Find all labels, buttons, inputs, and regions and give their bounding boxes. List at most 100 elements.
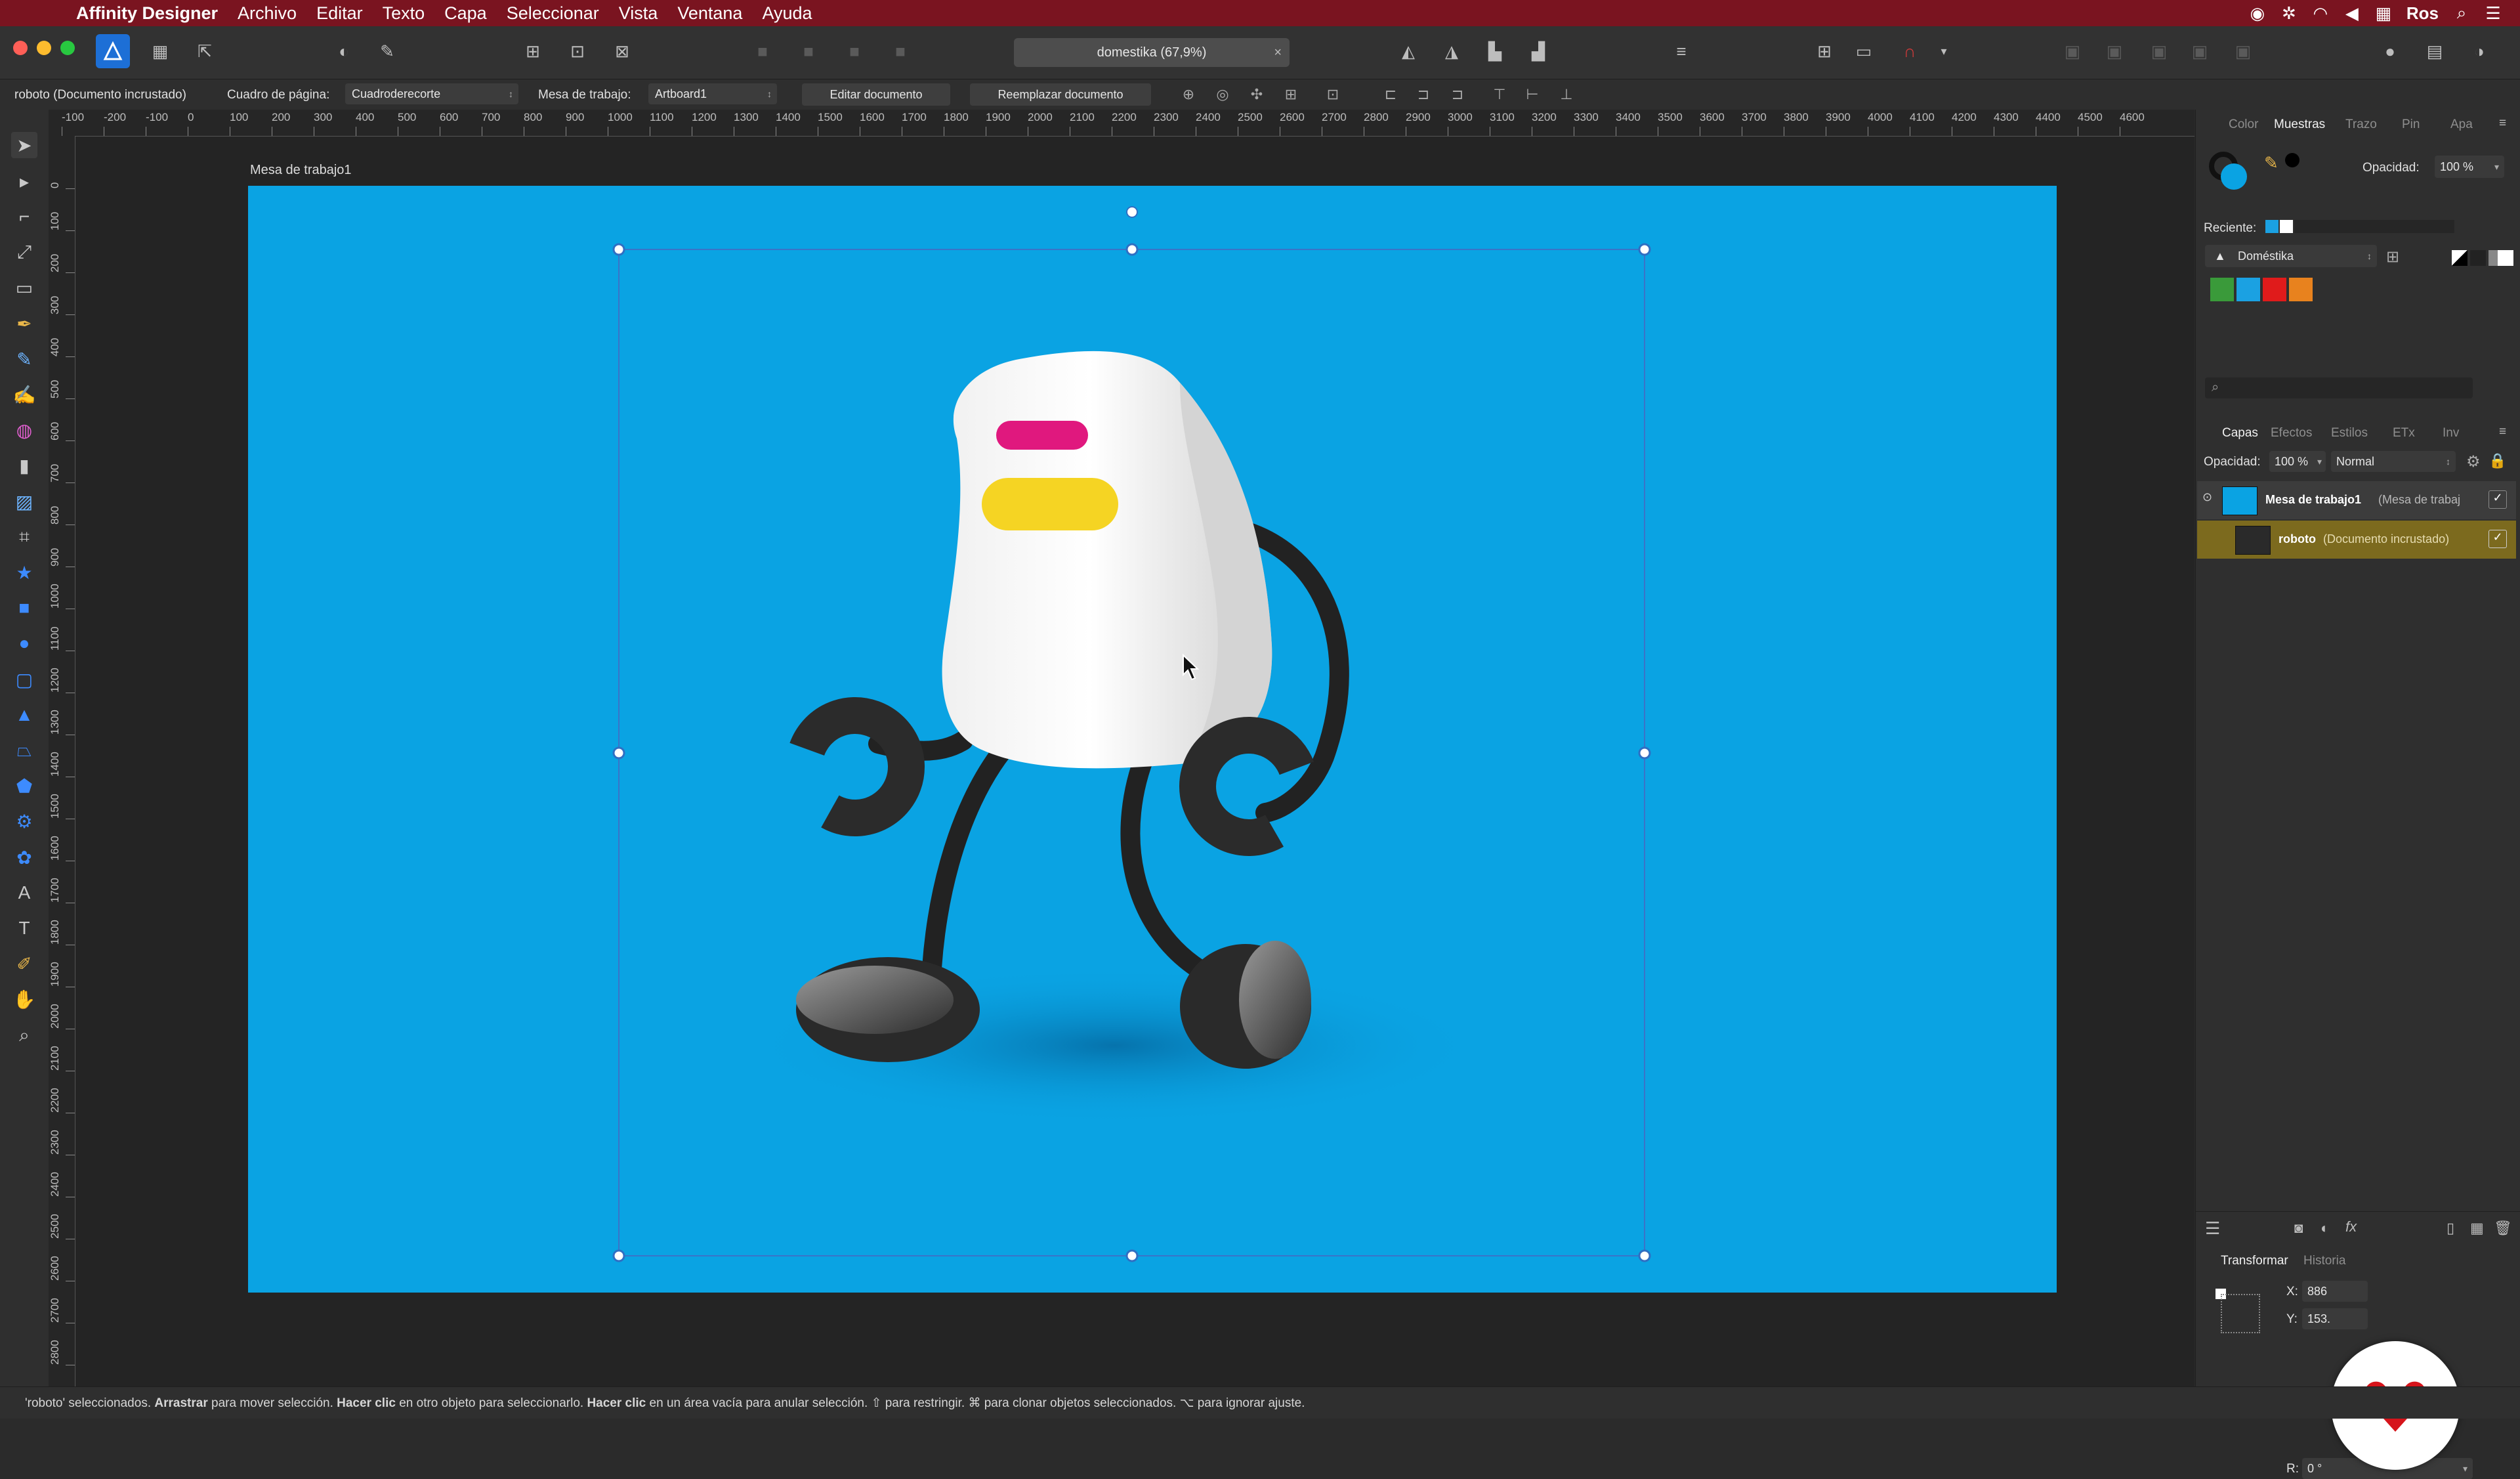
pixel-persona-icon[interactable]: ▦ <box>146 37 175 66</box>
tab-inventory[interactable]: Inv <box>2443 426 2459 440</box>
swatch-orange[interactable] <box>2289 278 2313 301</box>
tab-effects[interactable]: Efectos <box>2271 426 2312 440</box>
export-persona-icon[interactable]: ⇱ <box>190 37 219 66</box>
layer-opacity-input[interactable]: 100 % ▾ <box>2269 451 2326 472</box>
replace-document-button[interactable]: Reemplazar documento <box>970 83 1151 106</box>
arrange-front-icon[interactable]: ▣ <box>2058 37 2087 66</box>
cloud-tool-icon[interactable]: ✿ <box>11 844 37 870</box>
window-close-button[interactable] <box>13 41 28 55</box>
artboard-tool-icon[interactable]: ▭ <box>11 274 37 301</box>
palette-options-icon[interactable]: ⊞ <box>2386 247 2399 267</box>
anchor-point-selector[interactable] <box>2216 1289 2261 1335</box>
visibility-checkbox-artboard[interactable]: ✓ <box>2488 490 2507 509</box>
menu-texto[interactable]: Texto <box>383 3 425 24</box>
rotate-right-icon[interactable]: ▟ <box>1524 37 1553 66</box>
black-color-dot[interactable] <box>2285 153 2300 167</box>
layer-row-artboard[interactable]: ⊙ Mesa de trabajo1 (Mesa de trabaj ✓ <box>2197 481 2516 519</box>
fill-tool-icon[interactable]: ◍ <box>11 417 37 443</box>
align-middle-icon[interactable]: ⊢ <box>1522 85 1542 104</box>
opacity-input[interactable]: 100 % ▾ <box>2435 156 2504 178</box>
ellipse-tool-icon[interactable]: ● <box>11 630 37 656</box>
control-center-icon[interactable]: ☰ <box>2485 3 2502 23</box>
boolean-add-icon[interactable]: ■ <box>748 37 777 66</box>
edit-document-button[interactable]: Editar documento <box>802 83 950 106</box>
flip-horizontal-icon[interactable]: ◭ <box>1394 37 1423 66</box>
search-icon[interactable]: ⌕ <box>2453 3 2470 22</box>
tab-text-styles[interactable]: ETx <box>2393 426 2415 440</box>
layers-stack-icon[interactable]: ☰ <box>2205 1218 2220 1239</box>
corner-tool-icon[interactable]: ⌐ <box>11 204 37 230</box>
align-right-icon[interactable]: ⊐ <box>1448 85 1467 104</box>
triangle-tool-icon[interactable]: ▲ <box>11 702 37 728</box>
snap-options-icon[interactable]: ▭ <box>1849 37 1878 66</box>
lock-icon[interactable]: 🔒 <box>2488 452 2506 469</box>
panel-menu-icon[interactable]: ≡ <box>2499 116 2506 131</box>
boolean-subtract-icon[interactable]: ■ <box>794 37 823 66</box>
isolate-icon[interactable]: ⊡ <box>1323 85 1343 104</box>
arrange-forward-icon[interactable]: ▣ <box>2100 37 2129 66</box>
star-tool-icon[interactable]: ★ <box>11 559 37 586</box>
blend-mode-select[interactable]: Normal ↕ <box>2331 451 2456 472</box>
page-box-select[interactable]: Cuadroderecorte <box>345 83 518 104</box>
snapping-dropdown-icon[interactable]: ▾ <box>1929 37 1958 66</box>
delete-layer-icon[interactable]: 🗑 <box>2494 1220 2512 1237</box>
frame-text-icon[interactable]: T <box>11 915 37 941</box>
node-tool-icon[interactable]: ▸ <box>11 168 37 194</box>
place-image-icon[interactable]: ▨ <box>11 488 37 515</box>
wifi-icon[interactable]: ◠ <box>2312 3 2329 23</box>
eyedropper-icon[interactable]: ✎ <box>2264 153 2278 173</box>
add-pixel-layer-icon[interactable]: ▦ <box>2470 1220 2484 1237</box>
group-icon[interactable]: ▣ <box>2229 37 2258 66</box>
snap-object-icon[interactable]: ⊠ <box>608 37 637 66</box>
x-input[interactable]: 886 <box>2302 1281 2368 1302</box>
app-menu[interactable]: Affinity Designer <box>76 3 218 24</box>
boolean-intersect-icon[interactable]: ■ <box>840 37 869 66</box>
document-tab[interactable]: domestika (67,9%) × <box>1014 38 1290 67</box>
document-setup-icon[interactable]: ✎ <box>373 37 402 66</box>
pen-tool-icon[interactable]: ✒ <box>11 311 37 337</box>
arrange-back-icon[interactable]: ▣ <box>2185 37 2214 66</box>
arrange-backward-icon[interactable]: ▣ <box>2145 37 2174 66</box>
none-color-swatch[interactable] <box>2452 250 2468 266</box>
tab-transform[interactable]: Transformar <box>2221 1254 2288 1268</box>
layers-menu-icon[interactable]: ≡ <box>2499 425 2506 439</box>
tab-history[interactable]: Historia <box>2303 1254 2345 1268</box>
hand-tool-icon[interactable]: ✋ <box>11 986 37 1012</box>
studio-panels-icon[interactable]: ▤ <box>2420 37 2449 66</box>
crop-tool-icon[interactable]: ⌗ <box>11 524 37 550</box>
snap-grid-icon[interactable]: ⊞ <box>518 37 547 66</box>
menu-archivo[interactable]: Archivo <box>238 3 297 24</box>
magnet-snapping-icon[interactable]: ∩ <box>1895 37 1924 66</box>
artistic-text-icon[interactable]: A <box>11 880 37 906</box>
layer-row-roboto[interactable]: roboto (Documento incrustado) ✓ <box>2197 521 2516 559</box>
artboard[interactable] <box>248 186 2057 1293</box>
tab-styles[interactable]: Estilos <box>2331 426 2368 440</box>
designer-persona-icon[interactable] <box>96 34 130 68</box>
artboard-select[interactable]: Artboard1 <box>648 83 777 104</box>
align-center-icon[interactable]: ⊐ <box>1414 85 1433 104</box>
rounded-rectangle-icon[interactable]: ▢ <box>11 666 37 693</box>
target-icon[interactable]: ⊕ <box>1179 85 1198 104</box>
window-zoom-button[interactable] <box>60 41 75 55</box>
fill-stroke-well[interactable] <box>2209 152 2248 191</box>
rotate-left-icon[interactable]: ▙ <box>1480 37 1509 66</box>
trapezoid-tool-icon[interactable]: ⏢ <box>11 737 37 763</box>
menu-editar[interactable]: Editar <box>316 3 363 24</box>
recent-swatch-white[interactable] <box>2280 220 2293 233</box>
quick-share-icon[interactable]: ● <box>2376 37 2404 66</box>
pencil-tool-icon[interactable]: ✎ <box>11 346 37 372</box>
snap-bounds-icon[interactable]: ⊡ <box>563 37 592 66</box>
align-icon[interactable]: ≡ <box>1667 37 1696 66</box>
menu-ventana[interactable]: Ventana <box>677 3 742 24</box>
tab-stroke[interactable]: Trazo <box>2345 118 2377 132</box>
tab-appearance[interactable]: Apa <box>2450 118 2473 132</box>
white-swatch[interactable] <box>2498 250 2513 266</box>
black-swatch[interactable] <box>2470 250 2486 266</box>
swatch-search-field[interactable]: ⌕ <box>2205 377 2473 398</box>
horizontal-ruler[interactable]: -100 -200 -100 0 100 200 300 400 500 600 700 800 900… <box>49 110 2194 137</box>
recent-swatch-blue[interactable] <box>2265 220 2278 233</box>
artboard-title[interactable]: Mesa de trabajo1 <box>250 163 352 178</box>
boolean-divide-icon[interactable]: ■ <box>886 37 915 66</box>
visibility-checkbox-roboto[interactable]: ✓ <box>2488 530 2507 548</box>
zoom-tool-icon[interactable]: ⌕ <box>11 1022 37 1048</box>
